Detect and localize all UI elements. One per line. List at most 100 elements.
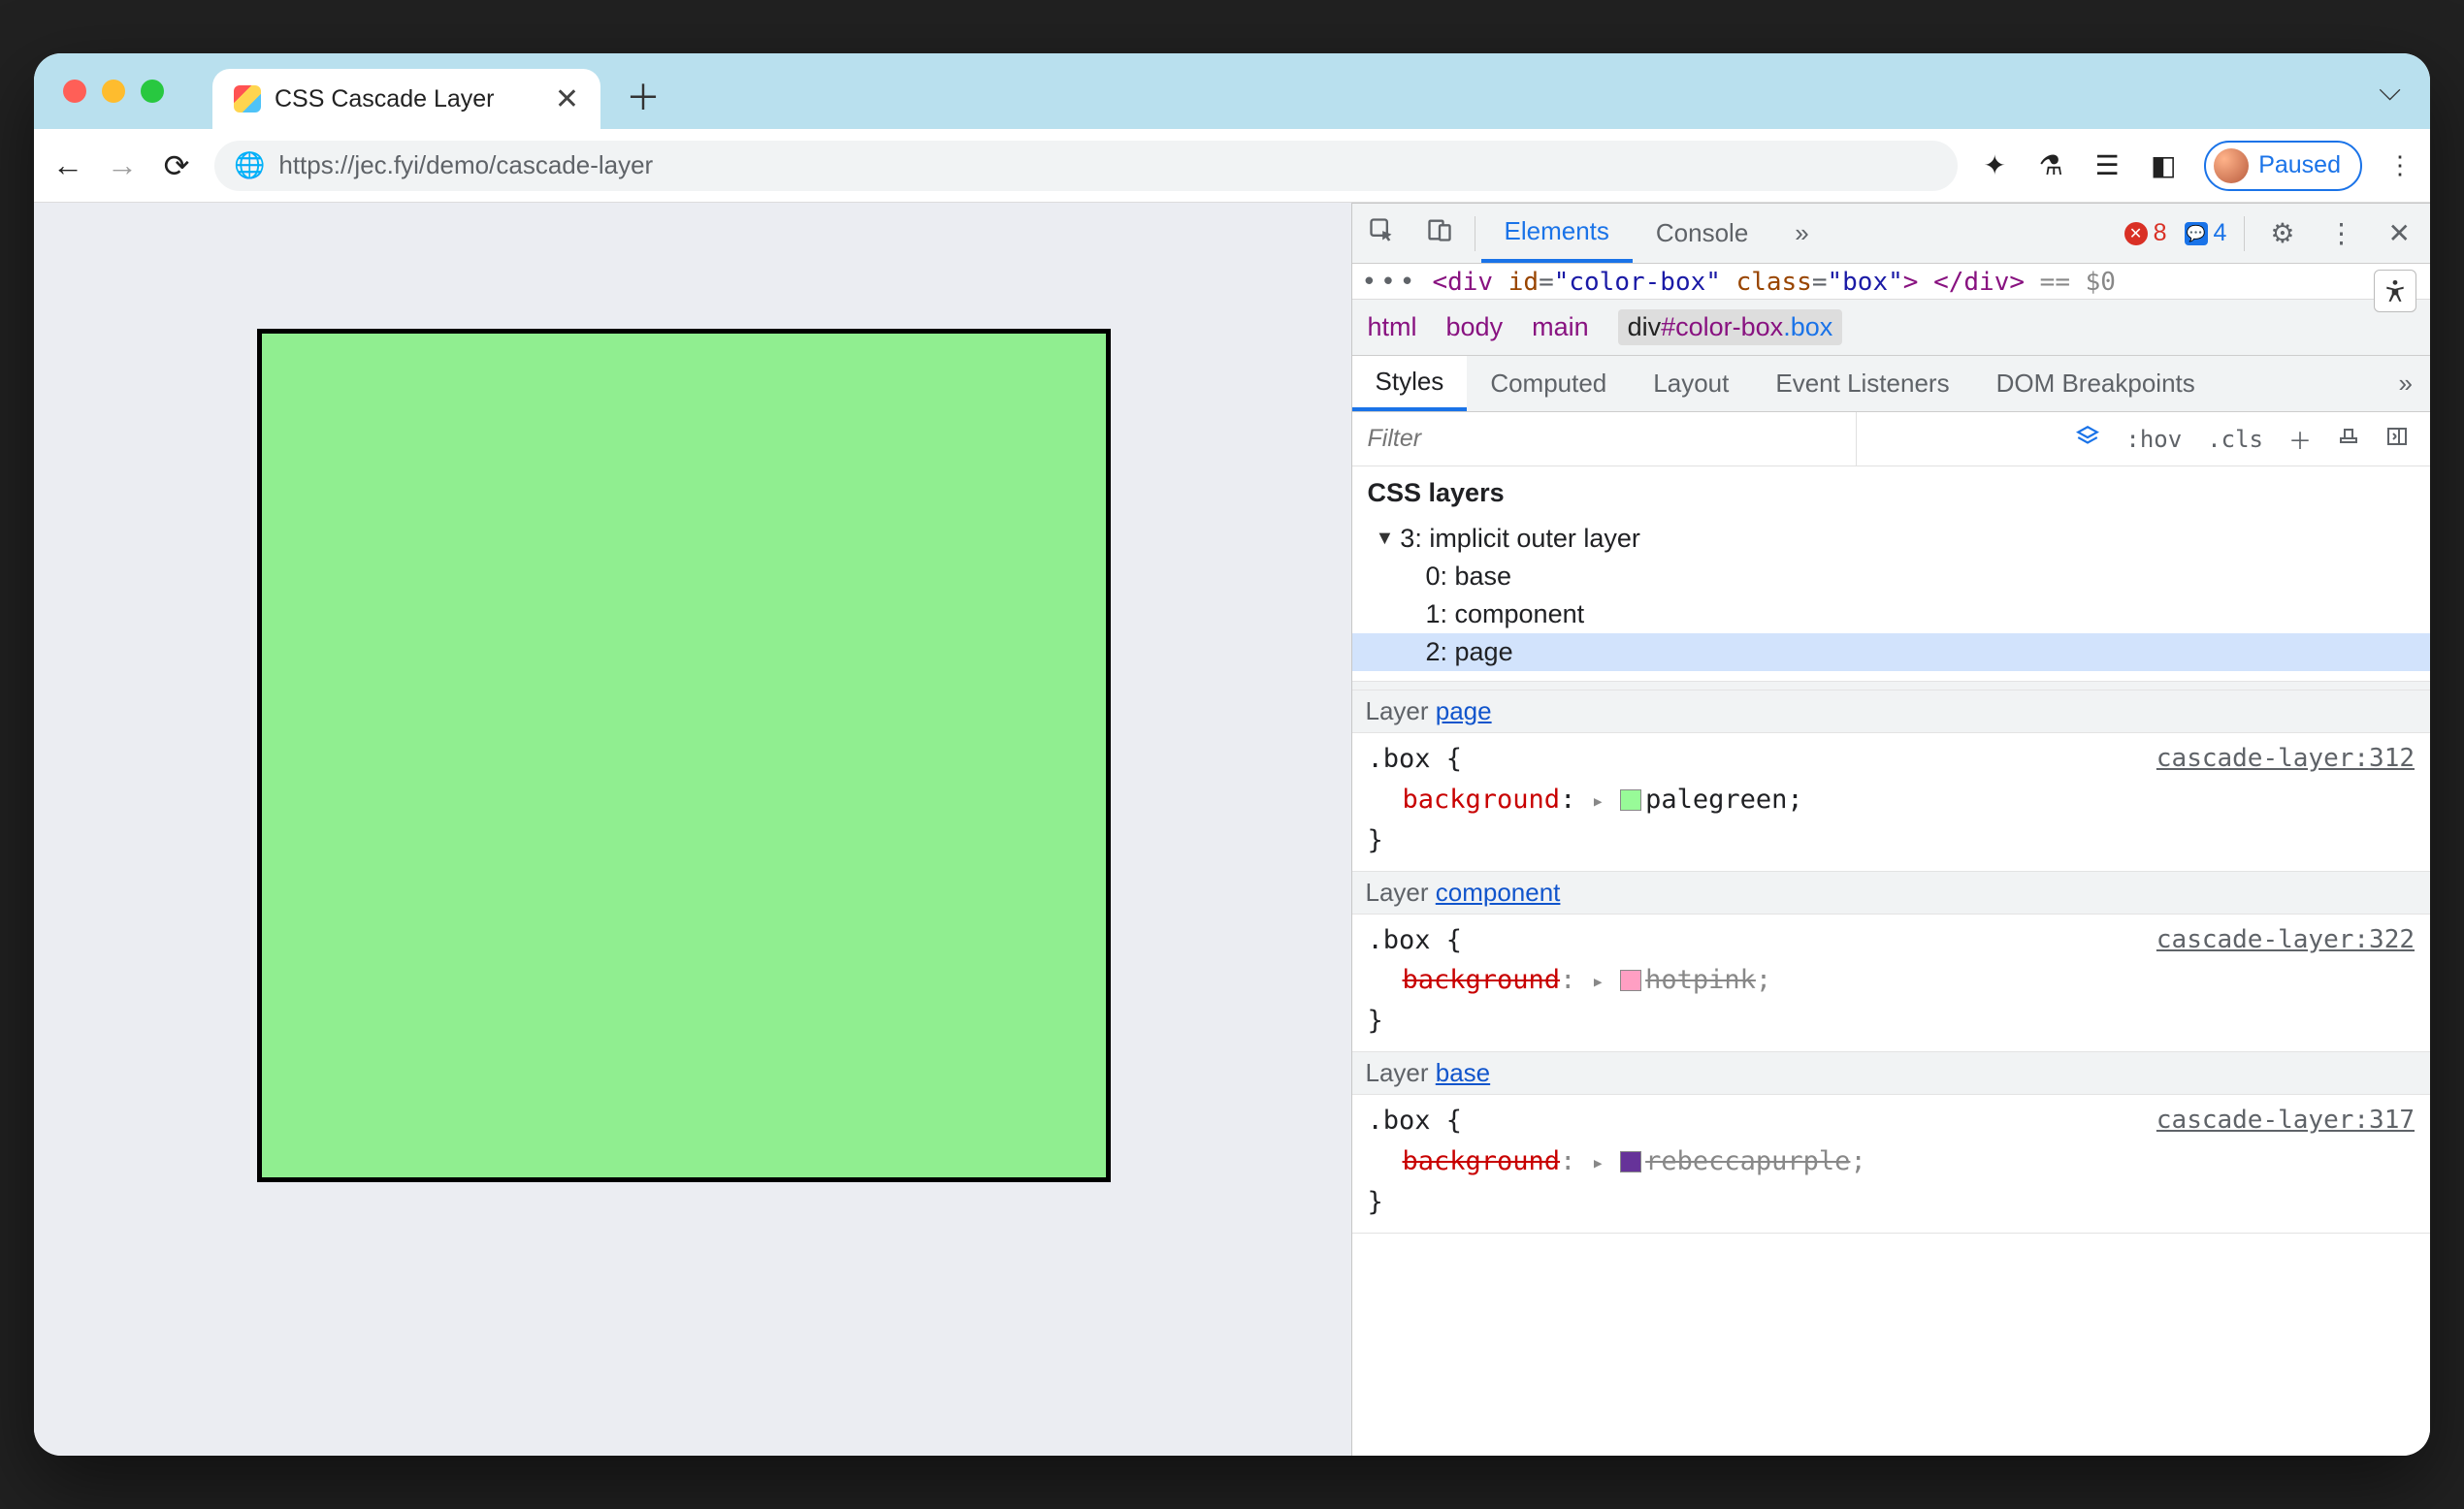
rule-layer-link[interactable]: component [1436,878,1561,907]
src-id-attr: id [1508,268,1539,297]
new-style-rule-button[interactable]: ＋ [2283,420,2318,458]
src-open-tag: <div [1432,268,1493,297]
crumb-html[interactable]: html [1368,312,1417,342]
maximize-window-button[interactable] [141,80,164,103]
tab-overflow-button[interactable]: ⌵ [2379,75,2401,108]
close-window-button[interactable] [63,80,86,103]
src-class-val: "box" [1828,268,1903,297]
layers-toggle-icon[interactable] [2069,422,2106,457]
address-bar[interactable]: 🌐 https://jec.fyi/demo/cascade-layer [214,141,1958,191]
devtools-panel: Elements Console » ✕8 💬4 ⚙ ⋮ ✕ ••• <div [1352,203,2431,1456]
rule-layer-label: Layer page [1352,690,2431,733]
avatar [2214,148,2249,183]
css-layers-heading: CSS layers [1352,466,2431,520]
rule-layer-prefix: Layer [1366,878,1436,907]
forward-button[interactable]: → [106,147,139,183]
subtab-computed[interactable]: Computed [1467,356,1630,411]
breadcrumb: html body main div#color-box.box [1352,300,2431,356]
device-toolbar-icon[interactable] [1410,216,1469,250]
hov-button[interactable]: :hov [2120,424,2188,455]
browser-window: CSS Cascade Layer ✕ ＋ ⌵ ← → ⟳ 🌐 https://… [34,53,2430,1456]
layer-item-page[interactable]: 2: page [1352,633,2431,671]
styles-filter-input[interactable] [1352,412,1857,466]
close-tab-button[interactable]: ✕ [555,82,579,116]
browser-tab[interactable]: CSS Cascade Layer ✕ [212,69,600,129]
layer-tree-root[interactable]: ▼ 3: implicit outer layer [1368,520,2415,558]
inspect-element-icon[interactable] [1352,216,1410,250]
rule-property[interactable]: background: ▸ palegreen; [1368,785,1803,815]
chrome-menu-button[interactable]: ⋮ [2387,150,2413,180]
accessibility-icon[interactable] [2374,270,2416,312]
new-tab-button[interactable]: ＋ [626,70,661,120]
elements-source-line[interactable]: ••• <div id="color-box" class="box"> </d… [1352,264,2431,300]
window-controls [63,80,164,103]
triangle-down-icon[interactable]: ▼ [1376,528,1395,550]
rule-source-link[interactable]: cascade-layer:322 [2156,920,2415,959]
subtab-event-listeners[interactable]: Event Listeners [1752,356,1972,411]
message-count[interactable]: 💬4 [2185,219,2227,247]
rule-property[interactable]: background: ▸ rebeccapurple; [1368,1146,1866,1176]
crumb-body[interactable]: body [1446,312,1504,342]
src-tail: == $0 [2040,268,2116,297]
tab-console[interactable]: Console [1633,204,1771,263]
paint-brush-icon[interactable] [2331,423,2366,456]
devtools-toolbar: Elements Console » ✕8 💬4 ⚙ ⋮ ✕ [1352,204,2431,264]
error-count[interactable]: ✕8 [2124,219,2167,247]
error-count-value: 8 [2154,219,2167,247]
subtab-dom-breakpoints[interactable]: DOM Breakpoints [1973,356,2219,411]
subtab-layout[interactable]: Layout [1630,356,1752,411]
rule-selector[interactable]: .box [1368,744,1431,774]
rule-layer-label: Layer base [1352,1052,2431,1095]
close-devtools-button[interactable]: ✕ [2381,217,2418,249]
crumb-selected[interactable]: div#color-box.box [1618,309,1843,345]
crumb-main[interactable]: main [1532,312,1589,342]
tab-elements[interactable]: Elements [1481,204,1633,263]
minimize-window-button[interactable] [102,80,125,103]
tab-title: CSS Cascade Layer [275,85,495,113]
style-rule: Layer page cascade-layer:312 .box { back… [1352,690,2431,872]
rule-selector[interactable]: .box [1368,925,1431,955]
style-rule: Layer component cascade-layer:322 .box {… [1352,872,2431,1053]
rule-layer-link[interactable]: page [1436,696,1492,725]
layer-root-label: 3: implicit outer layer [1400,524,1640,554]
rule-property[interactable]: background: ▸ hotpink; [1368,965,1772,995]
devtools-menu-button[interactable]: ⋮ [2320,217,2363,249]
subtab-more[interactable]: » [2382,369,2430,399]
extensions-icon[interactable]: ✦ [1979,150,2010,181]
settings-icon[interactable]: ⚙ [2262,217,2302,249]
tab-more[interactable]: » [1771,204,1832,263]
profile-paused-chip[interactable]: Paused [2204,141,2362,191]
rule-layer-label: Layer component [1352,872,2431,915]
toolbar-actions: ✦ ⚗ ☰ ◧ Paused ⋮ [1979,141,2413,191]
rule-source-link[interactable]: cascade-layer:317 [2156,1101,2415,1140]
rule-layer-prefix: Layer [1366,696,1436,725]
color-swatch[interactable] [1620,789,1641,811]
rule-selector[interactable]: .box [1368,1106,1431,1136]
subtab-styles[interactable]: Styles [1352,356,1468,411]
rendered-page [34,203,1352,1456]
toolbar: ← → ⟳ 🌐 https://jec.fyi/demo/cascade-lay… [34,129,2430,203]
back-button[interactable]: ← [51,147,84,183]
styles-body[interactable]: CSS layers ▼ 3: implicit outer layer 0: … [1352,466,2431,1456]
src-id-val: "color-box" [1554,268,1721,297]
style-rule: Layer base cascade-layer:317 .box { back… [1352,1052,2431,1234]
layer-item-base[interactable]: 0: base [1368,558,2415,595]
color-swatch[interactable] [1620,1151,1641,1172]
message-count-value: 4 [2214,219,2227,247]
layer-item-component[interactable]: 1: component [1368,595,2415,633]
color-box [257,329,1111,1182]
cls-button[interactable]: .cls [2201,424,2269,455]
ellipsis-icon[interactable]: ••• [1362,268,1419,297]
reload-button[interactable]: ⟳ [160,147,193,184]
site-info-icon[interactable]: 🌐 [234,150,265,180]
src-class-attr: class [1736,268,1812,297]
reading-list-icon[interactable]: ☰ [2091,150,2123,181]
tab-favicon [234,85,261,112]
color-swatch[interactable] [1620,970,1641,991]
panel-icon[interactable]: ◧ [2148,150,2179,181]
rule-source-link[interactable]: cascade-layer:312 [2156,739,2415,778]
computed-sidebar-icon[interactable] [2380,423,2415,456]
tab-strip: CSS Cascade Layer ✕ ＋ ⌵ [34,53,2430,129]
rule-layer-link[interactable]: base [1436,1058,1490,1087]
labs-icon[interactable]: ⚗ [2035,150,2066,181]
